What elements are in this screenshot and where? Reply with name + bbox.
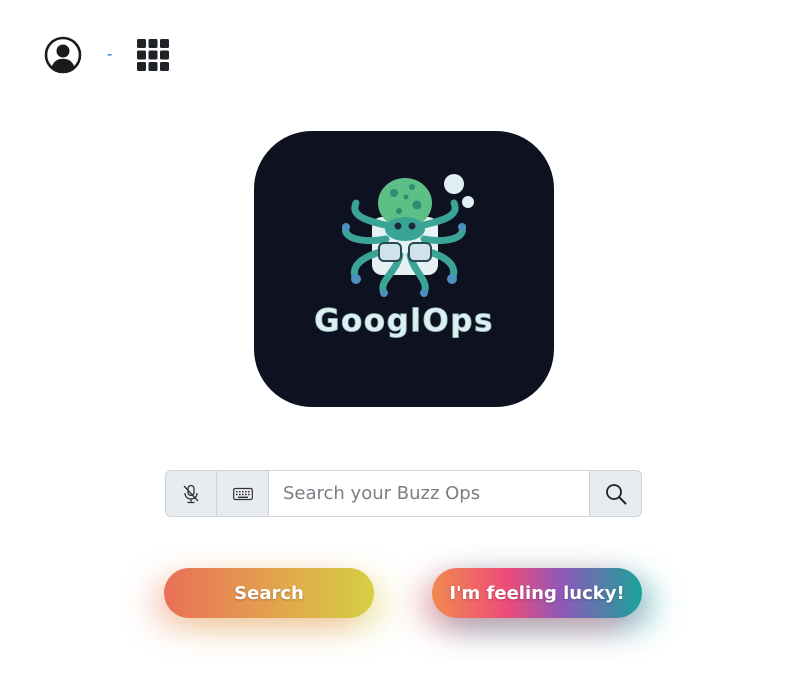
logo-text: GooglOps	[314, 303, 494, 339]
account-button[interactable]	[44, 36, 82, 74]
apps-grid-icon	[137, 39, 170, 71]
search-input[interactable]	[269, 470, 590, 517]
user-circle-icon	[44, 36, 82, 74]
apps-button[interactable]	[136, 38, 170, 72]
keyboard-button[interactable]	[217, 470, 269, 517]
logo: GooglOps	[254, 131, 554, 407]
keyboard-icon	[232, 487, 253, 500]
voice-search-button[interactable]	[165, 470, 217, 517]
search-bar	[165, 470, 642, 517]
username-link[interactable]: -	[107, 46, 112, 64]
search-submit-button[interactable]	[590, 470, 642, 517]
feeling-lucky-button[interactable]: I'm feeling lucky!	[432, 568, 642, 618]
page: - GooglOps Search your Buzz Ops Search I…	[0, 0, 806, 692]
search-icon	[605, 483, 626, 504]
microphone-muted-icon	[183, 484, 199, 503]
top-bar: -	[44, 36, 170, 74]
search-button[interactable]: Search	[164, 568, 374, 618]
logo-wordmark: GooglOps	[314, 303, 494, 340]
